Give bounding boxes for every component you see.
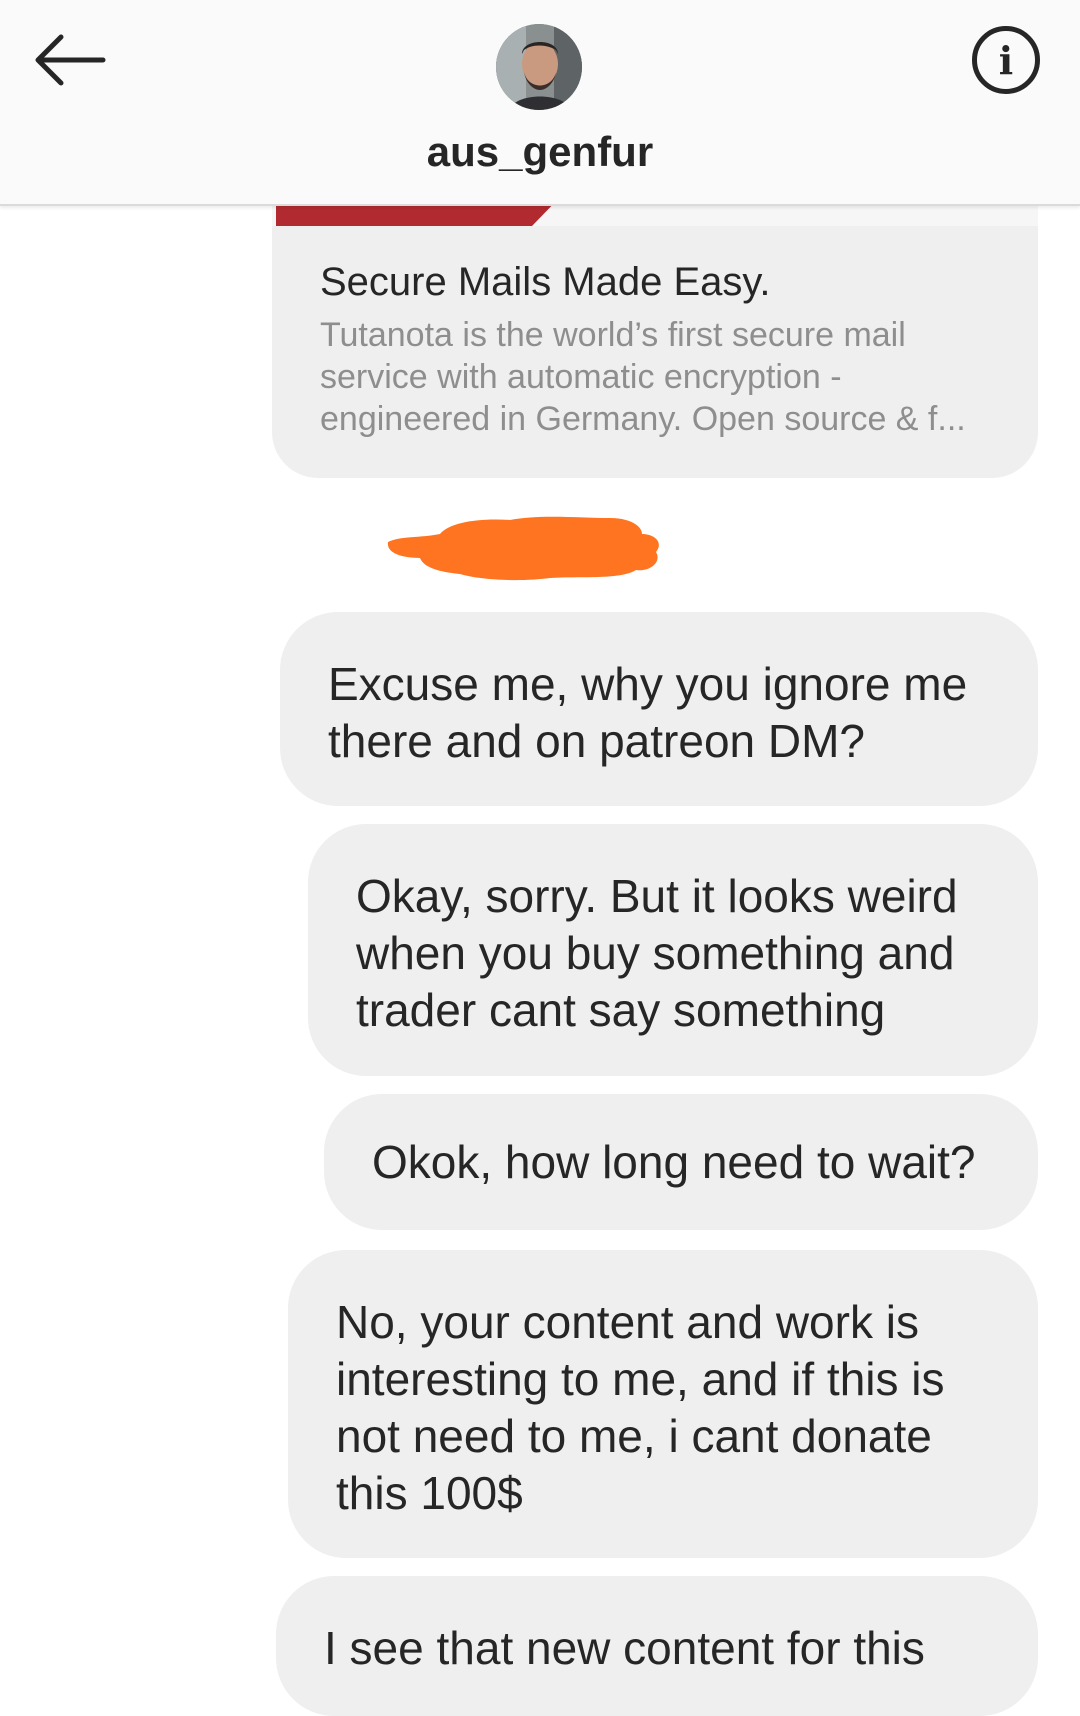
message-text: Okok, how long need to wait?	[372, 1136, 976, 1188]
message-bubble[interactable]: No, your content and work is interesting…	[288, 1250, 1038, 1558]
message-bubble[interactable]: Excuse me, why you ignore me there and o…	[280, 612, 1038, 806]
chat-header: aus_genfur i	[0, 0, 1080, 206]
message-bubble[interactable]: I see that new content for this	[276, 1576, 1038, 1716]
message-text: No, your content and work is interesting…	[336, 1296, 945, 1519]
avatar[interactable]	[496, 24, 582, 110]
message-text: Excuse me, why you ignore me there and o…	[328, 658, 968, 767]
message-text: Okay, sorry. But it looks weird when you…	[356, 870, 958, 1036]
info-button[interactable]: i	[972, 26, 1040, 94]
message-text: I see that new content for this	[324, 1622, 925, 1674]
message-bubble[interactable]: Okok, how long need to wait?	[324, 1094, 1038, 1230]
link-card-description: Tutanota is the world’s first secure mai…	[320, 316, 966, 438]
chat-username[interactable]: aus_genfur	[0, 128, 1080, 176]
arrow-left-icon	[35, 34, 106, 86]
info-icon: i	[998, 37, 1014, 83]
message-thread: Secure Mails Made Easy. Tutanota is the …	[0, 0, 1080, 1716]
redaction-scribble	[387, 516, 659, 581]
back-button[interactable]	[28, 24, 112, 96]
message-bubble[interactable]: Okay, sorry. But it looks weird when you…	[308, 824, 1038, 1076]
link-preview-card[interactable]: Secure Mails Made Easy. Tutanota is the …	[272, 160, 1038, 478]
link-card-title: Secure Mails Made Easy.	[320, 260, 771, 304]
